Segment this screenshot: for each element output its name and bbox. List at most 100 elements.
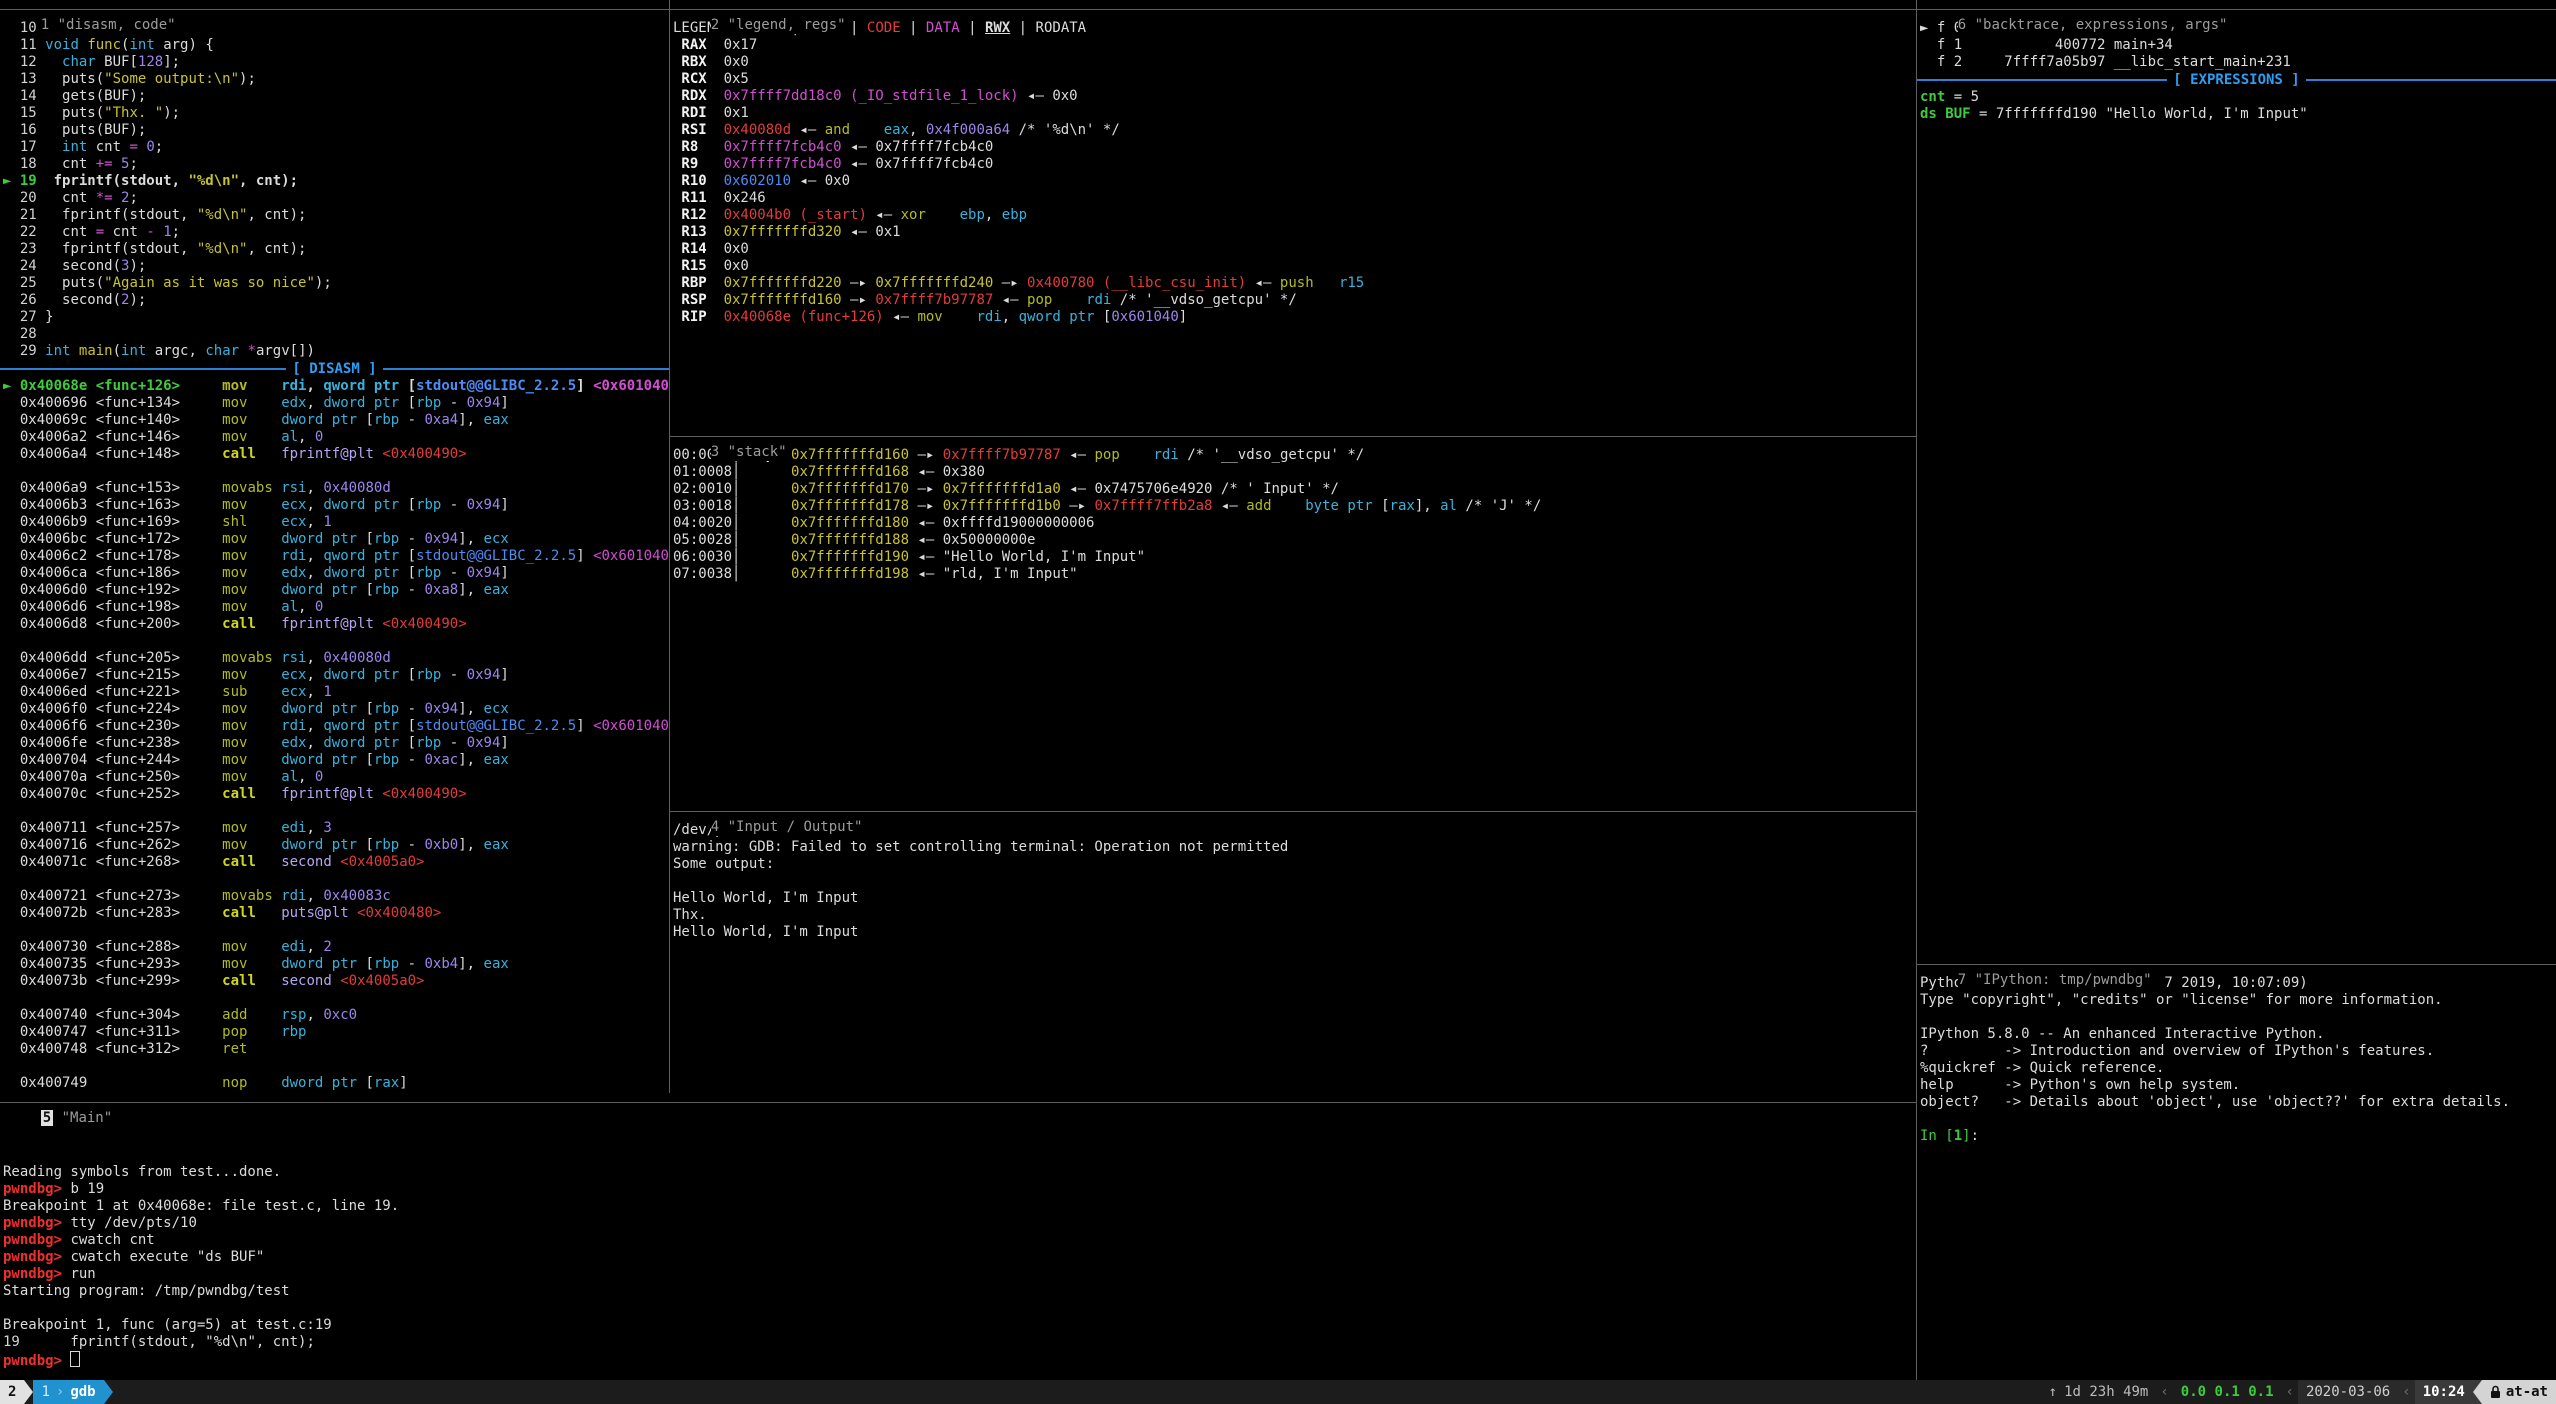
terminal-line: 0x4006a9 <func+153> movabs rsi, 0x40080d: [3, 480, 669, 497]
status-bar-spacer: [113, 1380, 2041, 1404]
terminal-line: pwndbg> tty /dev/pts/10: [3, 1215, 1916, 1232]
terminal-line: [3, 803, 669, 820]
terminal-line: R13 0x7fffffffd320 ◂— 0x1: [673, 224, 1916, 241]
window-index: 1: [41, 1384, 49, 1401]
pane-title-bar: 7 "IPython: tmp/pwndbg": [1917, 955, 2556, 975]
terminal-line: Breakpoint 1 at 0x40068e: file test.c, l…: [3, 1198, 1916, 1215]
terminal-line: 0x400747 <func+311> pop rbp: [3, 1024, 669, 1041]
disassembly-listing: ► 0x40068e <func+126> mov rdi, qword ptr…: [0, 378, 669, 1092]
terminal-line: 15 puts("Thx. ");: [3, 105, 669, 122]
terminal-line: 0x400749 nop dword ptr [rax]: [3, 1075, 669, 1092]
terminal-line: Reading symbols from test...done.: [3, 1164, 1916, 1181]
pane-number: 4: [711, 819, 719, 835]
terminal-line: 0x4006fe <func+238> mov edx, dword ptr […: [3, 735, 669, 752]
terminal-line: 12 char BUF[128];: [3, 54, 669, 71]
terminal-line: object? -> Details about 'object', use '…: [1920, 1094, 2556, 1111]
terminal-line: 20 cnt *= 2;: [3, 190, 669, 207]
hostname-value: at-at: [2506, 1384, 2548, 1401]
pane-title-bar: 1 "disasm, code": [0, 0, 669, 20]
session-name: 2: [8, 1384, 16, 1401]
powerline-arrow-icon: [2473, 1380, 2482, 1404]
terminal-line: Hello World, I'm Input: [673, 924, 1916, 941]
terminal-line: R10 0x602010 ◂— 0x0: [673, 173, 1916, 190]
terminal-line: 27 }: [3, 309, 669, 326]
terminal-line: pwndbg>: [3, 1351, 1916, 1368]
ipython-listing: Python 2.7.17 (default, Nov 7 2019, 10:0…: [1917, 975, 2556, 1145]
pane-number: 1: [41, 17, 49, 33]
terminal-line: [3, 1300, 1916, 1317]
terminal-line: 22 cnt = cnt - 1;: [3, 224, 669, 241]
terminal-line: %quickref -> Quick reference.: [1920, 1060, 2556, 1077]
status-separator-icon: ‹: [2398, 1380, 2414, 1404]
terminal-line: 0x4006d0 <func+192> mov dword ptr [rbp -…: [3, 582, 669, 599]
pane-title: "backtrace, expressions, args": [1975, 17, 2228, 33]
terminal-line: 0x4006dd <func+205> movabs rsi, 0x40080d: [3, 650, 669, 667]
terminal-line: 13 puts("Some output:\n");: [3, 71, 669, 88]
session-badge[interactable]: 2: [0, 1380, 24, 1404]
pane-disasm-code: 1 "disasm, code" 10 11 void func(int arg…: [0, 0, 670, 1093]
terminal-line: 0x400696 <func+134> mov edx, dword ptr […: [3, 395, 669, 412]
pane-number: 7: [1958, 972, 1966, 988]
terminal-line: 0x4006ed <func+221> sub ecx, 1: [3, 684, 669, 701]
terminal-line: R15 0x0: [673, 258, 1916, 275]
terminal-line: 11 void func(int arg) {: [3, 37, 669, 54]
terminal-line: RBX 0x0: [673, 54, 1916, 71]
pane-number: 2: [711, 17, 719, 33]
terminal-line: f 2 7ffff7a05b97 __libc_start_main+231: [1920, 54, 2556, 71]
terminal-line: 0x4006b3 <func+163> mov ecx, dword ptr […: [3, 497, 669, 514]
pane-backtrace-expressions: 6 "backtrace, expressions, args" ► f 0 4…: [1917, 0, 2556, 955]
terminal-line: [3, 1058, 669, 1075]
gdb-console-listing[interactable]: Reading symbols from test...done. pwndbg>…: [0, 1113, 1916, 1368]
pane-number-active: 5: [41, 1110, 53, 1126]
terminal-line: 24 second(3);: [3, 258, 669, 275]
terminal-line: [3, 1113, 1916, 1130]
terminal-line: pwndbg> cwatch cnt: [3, 1232, 1916, 1249]
terminal-line: Breakpoint 1, func (arg=5) at test.c:19: [3, 1317, 1916, 1334]
terminal-line: 0x4006b9 <func+169> shl ecx, 1: [3, 514, 669, 531]
terminal-line: LEGEND: STACK | HEAP | CODE | DATA | RWX…: [673, 20, 1916, 37]
terminal-line: [3, 922, 669, 939]
pane-title: "Main": [62, 1110, 113, 1126]
window-tab-gdb[interactable]: 1 › gdb: [33, 1380, 103, 1404]
terminal-line: 0x4006f6 <func+230> mov rdi, qword ptr […: [3, 718, 669, 735]
terminal-line: 23 fprintf(stdout, "%d\n", cnt);: [3, 241, 669, 258]
terminal-line: f 1 400772 main+34: [1920, 37, 2556, 54]
terminal-line: [3, 990, 669, 1007]
pane-main-gdb[interactable]: 5 "Main" Reading symbols from test...don…: [0, 1093, 1917, 1380]
registers-listing: LEGEND: STACK | HEAP | CODE | DATA | RWX…: [670, 20, 1916, 326]
terminal-line: R12 0x4004b0 (_start) ◂— xor ebp, ebp: [673, 207, 1916, 224]
source-code-listing: 10 11 void func(int arg) { 12 char BUF[1…: [0, 20, 669, 360]
terminal-line: help -> Python's own help system.: [1920, 1077, 2556, 1094]
terminal-line: RDI 0x1: [673, 105, 1916, 122]
pane-title-bar: 2 "legend, regs": [670, 0, 1916, 20]
terminal-line: 03:0018│ 0x7fffffffd178 —▸ 0x7fffffffd1b…: [673, 498, 1916, 515]
terminal-line: 19 fprintf(stdout, "%d\n", cnt);: [3, 1334, 1916, 1351]
terminal-line: 26 second(2);: [3, 292, 669, 309]
terminal-line: 0x400704 <func+244> mov dword ptr [rbp -…: [3, 752, 669, 769]
terminal-line: RBP 0x7fffffffd220 —▸ 0x7fffffffd240 —▸ …: [673, 275, 1916, 292]
terminal-line: 0x4006a4 <func+148> call fprintf@plt <0x…: [3, 446, 669, 463]
terminal-line: RSI 0x40080d ◂— and eax, 0x4f000a64 /* '…: [673, 122, 1916, 139]
terminal-line: 0x400721 <func+273> movabs rdi, 0x40083c: [3, 888, 669, 905]
terminal-line: 0x4006e7 <func+215> mov ecx, dword ptr […: [3, 667, 669, 684]
pane-title-bar: 4 "Input / Output": [670, 802, 1916, 822]
terminal-line: RSP 0x7fffffffd160 —▸ 0x7ffff7b97787 ◂— …: [673, 292, 1916, 309]
terminal-line: 01:0008│ 0x7fffffffd168 ◂— 0x380: [673, 464, 1916, 481]
terminal-line: R14 0x0: [673, 241, 1916, 258]
terminal-line: 06:0030│ 0x7fffffffd190 ◂— "Hello World,…: [673, 549, 1916, 566]
status-separator-icon: ‹: [2156, 1380, 2172, 1404]
terminal-line: [3, 871, 669, 888]
terminal-line: 0x4006f0 <func+224> mov dword ptr [rbp -…: [3, 701, 669, 718]
terminal-line: ds BUF = 7fffffffd190 "Hello World, I'm …: [1920, 106, 2556, 123]
terminal-line: R8 0x7ffff7fcb4c0 ◂— 0x7ffff7fcb4c0: [673, 139, 1916, 156]
date-value: 2020-03-06: [2306, 1384, 2390, 1401]
terminal-line: pwndbg> run: [3, 1266, 1916, 1283]
powerline-arrow-icon: [24, 1380, 33, 1404]
terminal-line: Starting program: /tmp/pwndbg/test: [3, 1283, 1916, 1300]
disasm-divider-label: [ DISASM ]: [286, 361, 382, 378]
terminal-line: cnt = 5: [1920, 89, 2556, 106]
pane-stack: 3 "stack" 00:0000│ rsp 0x7fffffffd160 —▸…: [670, 427, 1917, 802]
terminal-line: Hello World, I'm Input: [673, 890, 1916, 907]
terminal-line: 07:0038│ 0x7fffffffd198 ◂— "rld, I'm Inp…: [673, 566, 1916, 583]
load-average-value: 0.0 0.1 0.1: [2181, 1384, 2274, 1401]
